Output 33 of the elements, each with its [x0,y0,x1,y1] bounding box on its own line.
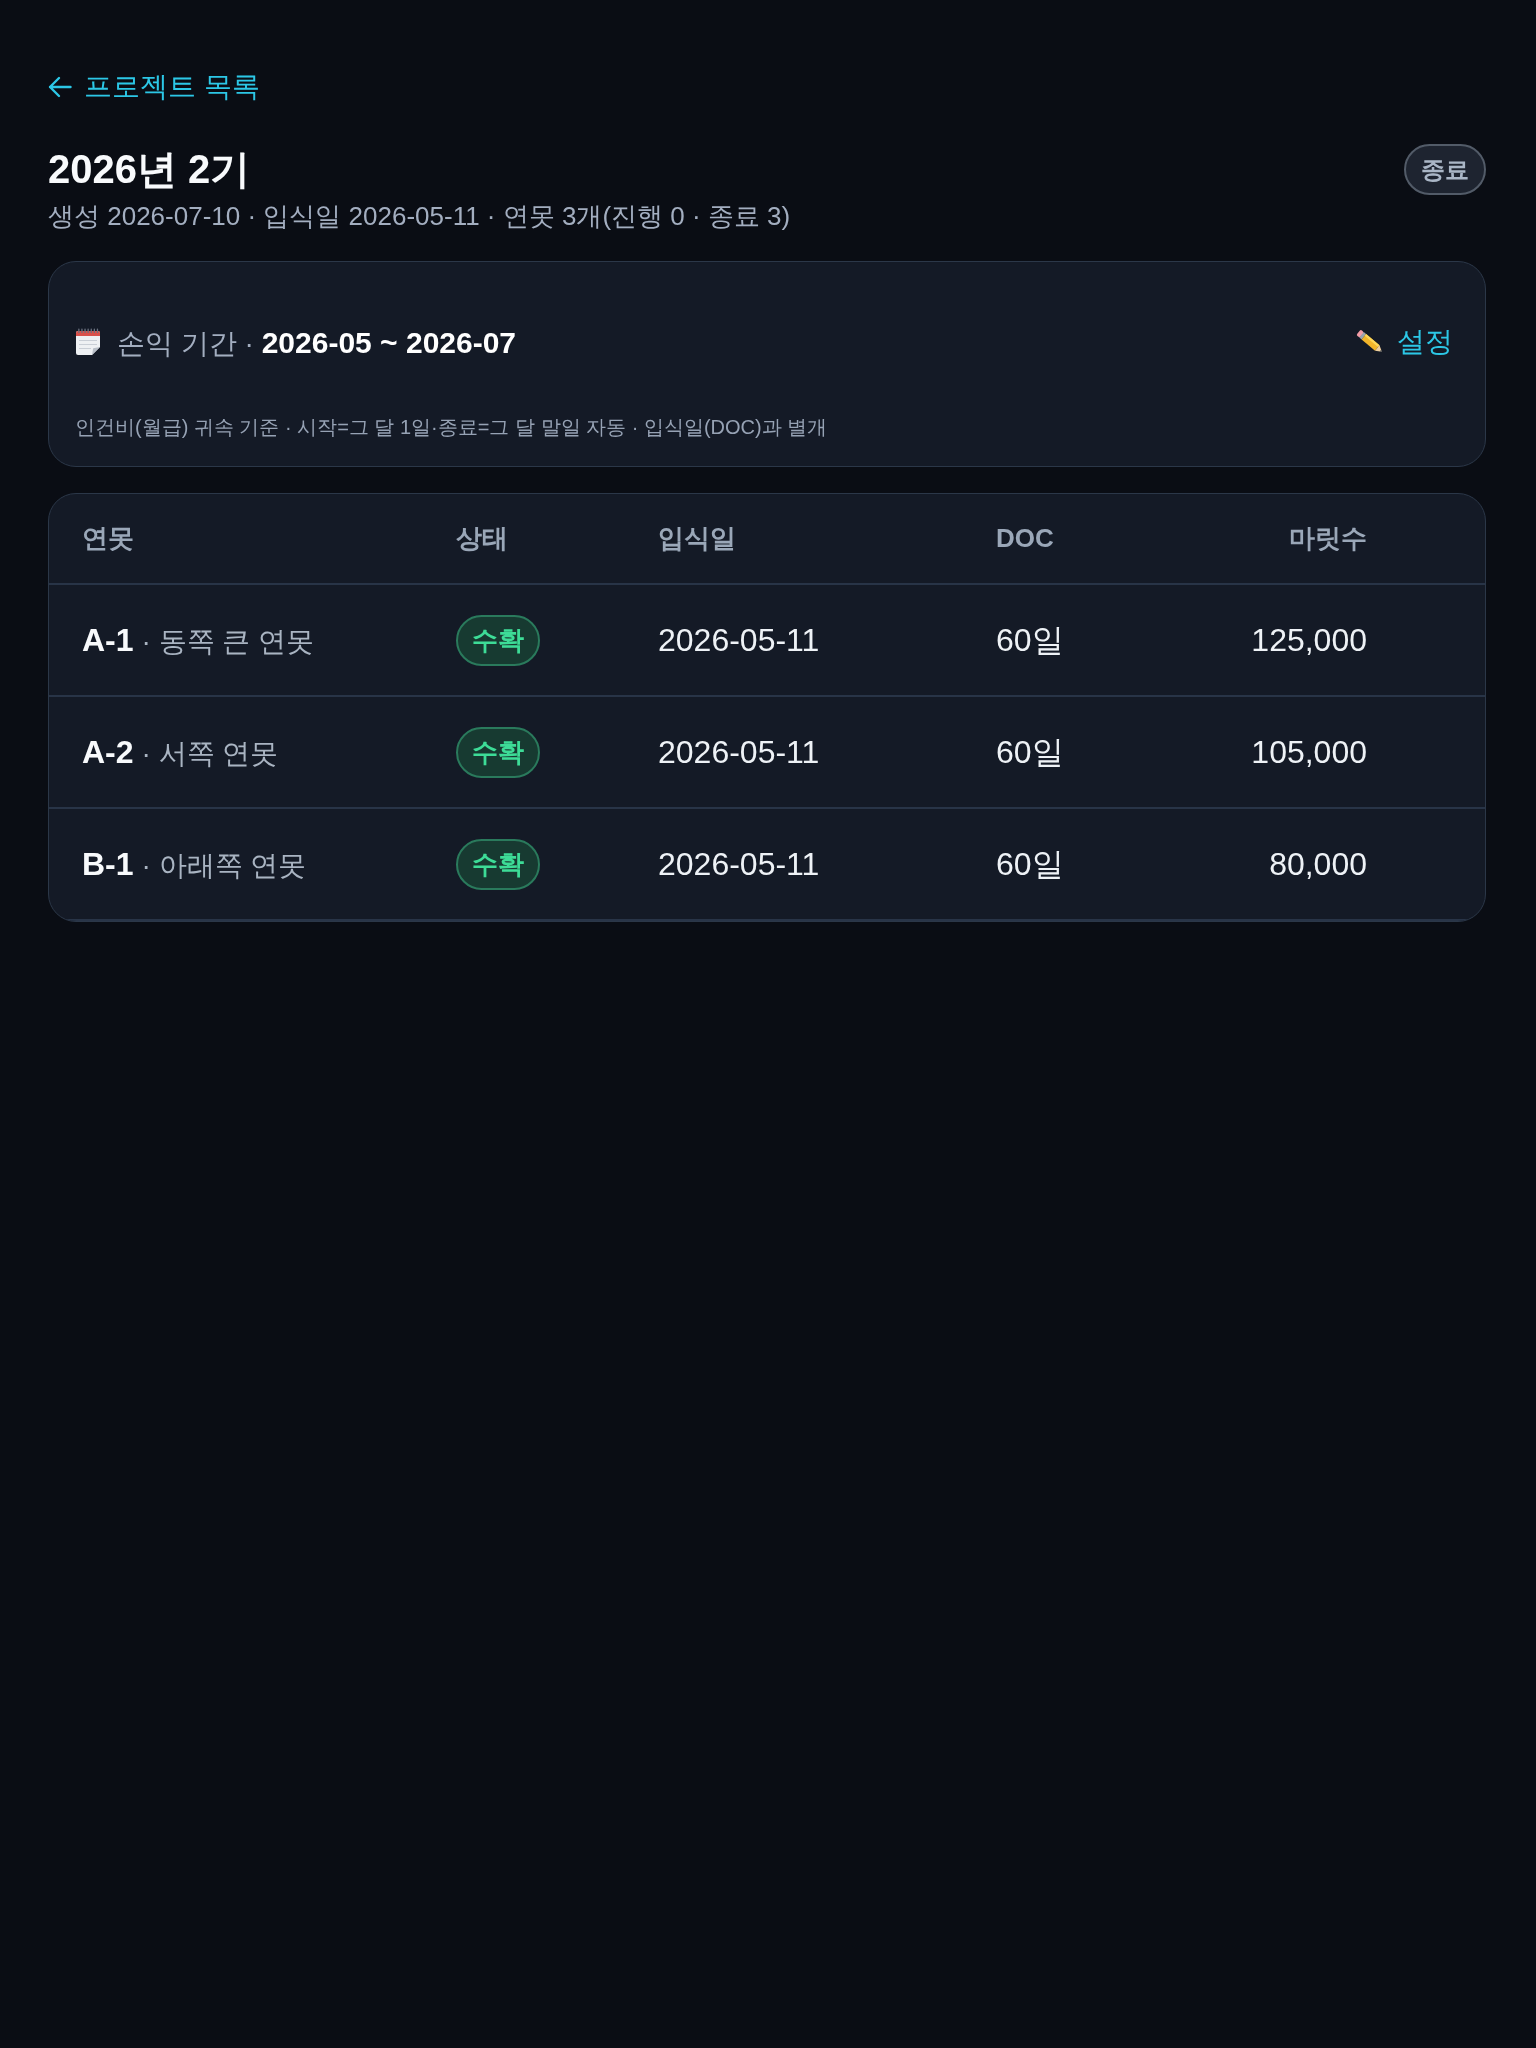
table-cell-text: 60일 [996,621,1065,660]
column-header: 마릿수 [1288,522,1367,555]
page-subtitle: 생성 2026-07-10 · 입식일 2026-05-11 · 연못 3개(진행 0 · 종료 3) [48,200,791,233]
page-title: 2026년 2기 [48,146,252,193]
table-cell-text: 2026-05-11 [658,733,821,772]
status-badge: 수확 [456,614,540,666]
status-badge: 수확 [456,726,540,778]
table-cell-text: 60일 [996,733,1065,772]
edit-button[interactable]: 설정 [1355,321,1453,363]
pond-name: · 서쪽 연못 [141,737,279,771]
pond-code: A-1 [82,621,134,660]
table-cell-text: 2026-05-11 [658,845,821,884]
arrow-left-icon [48,76,72,98]
table-cell-text: 105,000 [1250,733,1367,772]
column-header: 연못 [82,522,135,555]
column-header: 상태 [456,522,509,555]
pond-name: · 동쪽 큰 연못 [141,625,315,659]
period-note: 인건비(월급) 귀속 기준 · 시작=그 달 1일·종료=그 달 말일 자동 · 입식일(DOC)과 별개 [75,415,829,440]
pond-code: A-2 [82,733,134,772]
table-cell-text: 125,000 [1250,621,1367,660]
pond-name: · 아래쪽 연못 [141,849,307,883]
back-link[interactable]: 프로젝트 목록 [48,69,260,105]
column-header: DOC [996,522,1055,555]
table-cell-text: 2026-05-11 [658,621,821,660]
table-cell-text: 60일 [996,845,1065,884]
table-cell-text: 80,000 [1268,845,1367,884]
status-badge: 수확 [456,838,540,890]
pond-code: B-1 [82,845,134,884]
column-header: 입식일 [658,522,737,555]
status-badge: 종료 [1404,144,1486,195]
calendar-icon [75,328,101,356]
pencil-icon [1355,329,1383,355]
period-label: 손익 기간 · 2026-05 ~ 2026-07 [117,324,517,361]
